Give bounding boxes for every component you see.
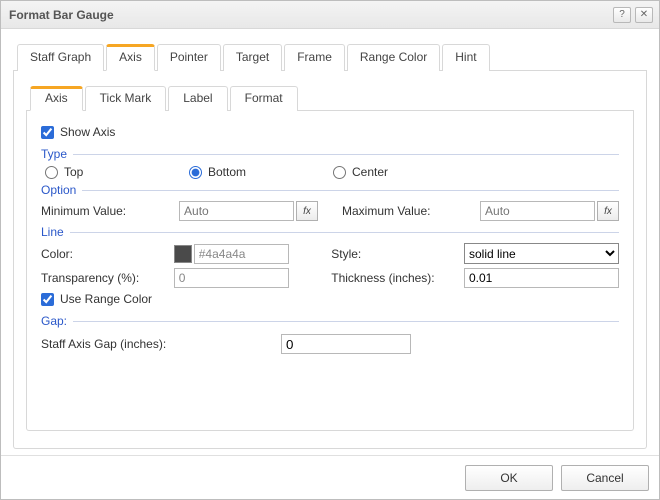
section-line: Line (41, 225, 619, 239)
color-hex-input[interactable] (194, 244, 289, 264)
main-tabbar: Staff Graph Axis Pointer Target Frame Ra… (13, 43, 647, 71)
gap-row: Staff Axis Gap (inches): (41, 334, 619, 354)
show-axis-checkbox[interactable] (41, 126, 54, 139)
use-range-color-row: Use Range Color (41, 292, 619, 306)
style-label: Style: (311, 247, 464, 261)
inner-tab-label[interactable]: Label (168, 86, 227, 111)
ok-button[interactable]: OK (465, 465, 553, 491)
divider (73, 321, 619, 322)
line-row-2: Transparency (%): Thickness (inches): (41, 268, 619, 288)
radio-center-label: Center (352, 165, 388, 179)
dialog-body: Staff Graph Axis Pointer Target Frame Ra… (1, 29, 659, 455)
dialog-footer: OK Cancel (1, 455, 659, 499)
tab-target[interactable]: Target (223, 44, 282, 71)
inner-tab-tick-mark[interactable]: Tick Mark (85, 86, 167, 111)
max-value-input[interactable] (480, 201, 595, 221)
show-axis-label[interactable]: Show Axis (60, 125, 115, 139)
titlebar: Format Bar Gauge ? ✕ (1, 1, 659, 29)
style-select[interactable]: solid line (464, 243, 619, 264)
min-value-label: Minimum Value: (41, 204, 179, 218)
section-type-heading: Type (41, 147, 67, 161)
section-gap-heading: Gap: (41, 314, 67, 328)
section-line-heading: Line (41, 225, 64, 239)
gap-label: Staff Axis Gap (inches): (41, 337, 281, 351)
thickness-input[interactable] (464, 268, 619, 288)
section-gap: Gap: (41, 314, 619, 328)
transparency-label: Transparency (%): (41, 271, 174, 285)
tab-axis[interactable]: Axis (106, 44, 155, 71)
radio-top-input[interactable] (45, 166, 58, 179)
help-icon[interactable]: ? (613, 7, 631, 23)
tab-frame[interactable]: Frame (284, 44, 345, 71)
section-type: Type (41, 147, 619, 161)
inner-tab-format[interactable]: Format (230, 86, 298, 111)
inner-tabbar: Axis Tick Mark Label Format (26, 85, 634, 111)
inner-panel: Show Axis Type Top Bottom (26, 111, 634, 431)
tab-staff-graph[interactable]: Staff Graph (17, 44, 104, 71)
color-label: Color: (41, 247, 174, 261)
use-range-color-label[interactable]: Use Range Color (60, 292, 152, 306)
divider (73, 154, 619, 155)
max-value-label: Maximum Value: (322, 204, 480, 218)
transparency-input[interactable] (174, 268, 289, 288)
color-swatch[interactable] (174, 245, 192, 263)
gap-input[interactable] (281, 334, 411, 354)
tab-pointer[interactable]: Pointer (157, 44, 221, 71)
radio-bottom-input[interactable] (189, 166, 202, 179)
inner-tab-axis[interactable]: Axis (30, 86, 83, 111)
cancel-button[interactable]: Cancel (561, 465, 649, 491)
type-radio-row: Top Bottom Center (45, 165, 619, 179)
radio-center[interactable]: Center (333, 165, 473, 179)
dialog-title: Format Bar Gauge (9, 8, 609, 22)
line-row-1: Color: Style: solid line (41, 243, 619, 264)
tab-range-color[interactable]: Range Color (347, 44, 440, 71)
show-axis-row: Show Axis (41, 125, 619, 139)
thickness-label: Thickness (inches): (311, 271, 464, 285)
section-option: Option (41, 183, 619, 197)
radio-top-label: Top (64, 165, 83, 179)
main-tab-panel: Axis Tick Mark Label Format Show Axis Ty… (13, 71, 647, 449)
tab-hint[interactable]: Hint (442, 44, 489, 71)
radio-bottom-label: Bottom (208, 165, 246, 179)
close-icon[interactable]: ✕ (635, 7, 653, 23)
format-bar-gauge-dialog: Format Bar Gauge ? ✕ Staff Graph Axis Po… (0, 0, 660, 500)
min-fx-button[interactable]: fx (296, 201, 318, 221)
use-range-color-checkbox[interactable] (41, 293, 54, 306)
divider (82, 190, 619, 191)
radio-bottom[interactable]: Bottom (189, 165, 329, 179)
radio-top[interactable]: Top (45, 165, 185, 179)
max-fx-button[interactable]: fx (597, 201, 619, 221)
radio-center-input[interactable] (333, 166, 346, 179)
option-row: Minimum Value: fx Maximum Value: fx (41, 201, 619, 221)
section-option-heading: Option (41, 183, 76, 197)
divider (70, 232, 619, 233)
min-value-input[interactable] (179, 201, 294, 221)
